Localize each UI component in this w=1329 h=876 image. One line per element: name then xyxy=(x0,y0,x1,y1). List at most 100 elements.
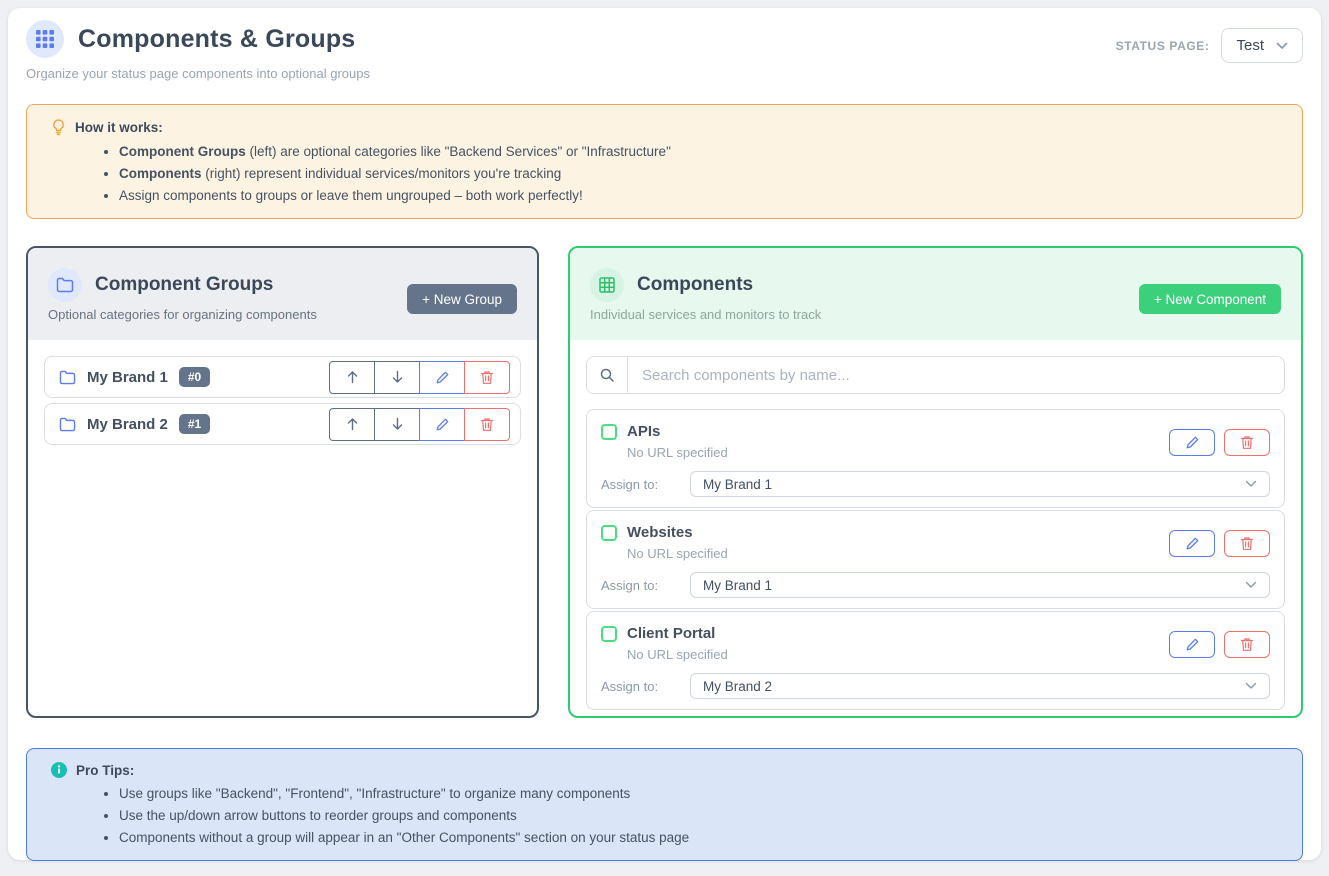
component-checkbox[interactable] xyxy=(601,525,617,541)
assign-to-label: Assign to: xyxy=(601,578,690,593)
component-name: Client Portal xyxy=(627,625,715,642)
assign-to-label: Assign to: xyxy=(601,477,690,492)
new-component-button[interactable]: + New Component xyxy=(1139,284,1281,314)
assign-to-label: Assign to: xyxy=(601,679,690,694)
edit-group-button[interactable] xyxy=(419,408,465,441)
component-actions xyxy=(1169,530,1270,557)
status-page-select[interactable]: Test xyxy=(1221,28,1303,63)
component-groups-panel: Component Groups Optional categories for… xyxy=(26,246,539,718)
page-title: Components & Groups xyxy=(78,25,355,54)
folder-icon xyxy=(59,417,76,432)
page-header-left: Components & Groups Organize your status… xyxy=(26,20,370,81)
move-group-down-button[interactable] xyxy=(374,408,420,441)
component-checkbox[interactable] xyxy=(601,626,617,642)
trash-icon xyxy=(1240,435,1254,450)
how-it-works-box: How it works: Component Groups (left) ar… xyxy=(26,104,1303,219)
trash-icon xyxy=(480,370,494,385)
pro-tips-item: Components without a group will appear i… xyxy=(119,829,1284,847)
component-groups-list: My Brand 1 #0 My Bra xyxy=(28,340,537,716)
how-it-works-item: Component Groups (left) are optional cat… xyxy=(119,143,1284,161)
info-icon xyxy=(51,762,67,778)
arrow-up-icon xyxy=(346,417,359,431)
page-header: Components & Groups Organize your status… xyxy=(26,20,1303,81)
component-search xyxy=(586,356,1285,394)
edit-component-button[interactable] xyxy=(1169,530,1215,557)
move-group-down-button[interactable] xyxy=(374,361,420,394)
pencil-icon xyxy=(1185,536,1200,551)
pencil-icon xyxy=(1185,637,1200,652)
chevron-down-icon xyxy=(1245,682,1257,690)
component-card: Client Portal No URL specified Assign to… xyxy=(586,611,1285,710)
assign-group-select[interactable]: My Brand 1 xyxy=(690,572,1270,598)
component-url-status: No URL specified xyxy=(627,546,728,561)
component-actions xyxy=(1169,631,1270,658)
trash-icon xyxy=(1240,536,1254,551)
pro-tips-item: Use the up/down arrow buttons to reorder… xyxy=(119,807,1284,825)
pro-tips-list: Use groups like "Backend", "Frontend", "… xyxy=(51,785,1284,847)
new-group-button[interactable]: + New Group xyxy=(407,284,517,314)
component-checkbox[interactable] xyxy=(601,424,617,440)
panels-row: Component Groups Optional categories for… xyxy=(26,246,1303,718)
pro-tips-box: Pro Tips: Use groups like "Backend", "Fr… xyxy=(26,748,1303,861)
pencil-icon xyxy=(435,417,450,432)
pencil-icon xyxy=(1185,435,1200,450)
main-card: Components & Groups Organize your status… xyxy=(8,8,1321,860)
chevron-down-icon xyxy=(1245,480,1257,488)
assign-group-select[interactable]: My Brand 2 xyxy=(690,673,1270,699)
component-url-status: No URL specified xyxy=(627,445,728,460)
group-order-badge: #1 xyxy=(179,414,210,434)
move-group-up-button[interactable] xyxy=(329,361,375,394)
component-actions xyxy=(1169,429,1270,456)
status-page-label: STATUS PAGE: xyxy=(1116,39,1210,53)
folder-icon xyxy=(48,268,82,302)
component-card: APIs No URL specified Assign to: My Bran… xyxy=(586,409,1285,508)
status-page-switcher: STATUS PAGE: Test xyxy=(1116,28,1303,63)
delete-group-button[interactable] xyxy=(464,408,510,441)
delete-component-button[interactable] xyxy=(1224,530,1270,557)
component-groups-header: Component Groups Optional categories for… xyxy=(28,248,537,340)
how-it-works-item: Assign components to groups or leave the… xyxy=(119,187,1284,205)
search-input[interactable] xyxy=(628,357,1284,393)
delete-component-button[interactable] xyxy=(1224,429,1270,456)
group-name: My Brand 1 xyxy=(87,369,168,386)
assigned-group-value: My Brand 1 xyxy=(703,477,772,492)
move-group-up-button[interactable] xyxy=(329,408,375,441)
component-name: APIs xyxy=(627,423,660,440)
chevron-down-icon xyxy=(1276,42,1288,50)
group-name: My Brand 2 xyxy=(87,416,168,433)
delete-group-button[interactable] xyxy=(464,361,510,394)
lightbulb-icon xyxy=(51,118,66,136)
assigned-group-value: My Brand 2 xyxy=(703,679,772,694)
group-order-badge: #0 xyxy=(179,367,210,387)
edit-group-button[interactable] xyxy=(419,361,465,394)
table-grid-icon xyxy=(590,268,624,302)
components-panel: Components Individual services and monit… xyxy=(568,246,1303,718)
page-subtitle: Organize your status page components int… xyxy=(26,66,370,81)
component-groups-title: Component Groups xyxy=(95,274,273,296)
component-card: Websites No URL specified Assign to: My … xyxy=(586,510,1285,609)
components-list: APIs No URL specified Assign to: My Bran… xyxy=(570,340,1301,716)
status-page-selected-value: Test xyxy=(1236,37,1264,54)
group-actions xyxy=(329,361,510,394)
arrow-up-icon xyxy=(346,370,359,384)
assign-group-select[interactable]: My Brand 1 xyxy=(690,471,1270,497)
delete-component-button[interactable] xyxy=(1224,631,1270,658)
trash-icon xyxy=(1240,637,1254,652)
arrow-down-icon xyxy=(391,417,404,431)
pro-tips-item: Use groups like "Backend", "Frontend", "… xyxy=(119,785,1284,803)
group-row: My Brand 1 #0 xyxy=(44,356,521,398)
how-it-works-title: How it works: xyxy=(75,120,163,135)
arrow-down-icon xyxy=(391,370,404,384)
search-icon xyxy=(587,357,628,393)
assigned-group-value: My Brand 1 xyxy=(703,578,772,593)
group-row: My Brand 2 #1 xyxy=(44,403,521,445)
component-url-status: No URL specified xyxy=(627,647,728,662)
grid-dots-icon xyxy=(26,20,64,58)
edit-component-button[interactable] xyxy=(1169,429,1215,456)
edit-component-button[interactable] xyxy=(1169,631,1215,658)
folder-icon xyxy=(59,370,76,385)
trash-icon xyxy=(480,417,494,432)
how-it-works-list: Component Groups (left) are optional cat… xyxy=(51,143,1284,205)
pro-tips-title: Pro Tips: xyxy=(76,763,134,778)
components-title: Components xyxy=(637,274,753,296)
